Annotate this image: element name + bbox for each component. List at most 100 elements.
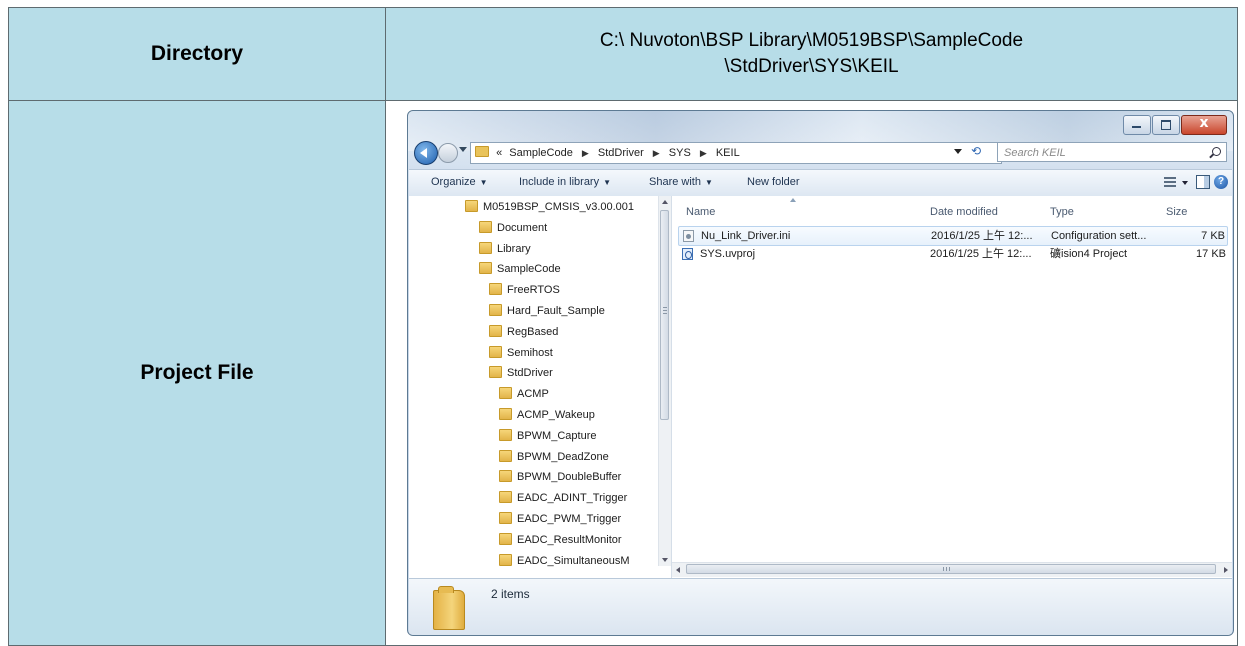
tree-item-label: SampleCode: [497, 263, 561, 276]
help-icon[interactable]: ?: [1214, 175, 1228, 189]
folder-icon: [499, 491, 512, 504]
grip-icon: [663, 307, 667, 315]
directory-path-line-1: C:\ Nuvoton\BSP Library\M0519BSP\SampleC…: [599, 30, 1024, 51]
tree-item[interactable]: ACMP_Wakeup: [499, 406, 595, 424]
breadcrumb-separator-icon[interactable]: ▶: [582, 148, 589, 158]
new-folder-button[interactable]: New folder: [747, 176, 800, 188]
tree-item[interactable]: BPWM_DeadZone: [499, 448, 609, 466]
tree-item[interactable]: Library: [479, 240, 531, 258]
scroll-right-icon[interactable]: [1224, 567, 1228, 573]
views-chevron-down-icon[interactable]: [1182, 181, 1188, 185]
tree-item[interactable]: Semihost: [489, 344, 553, 362]
file-list: Name Date modified Type Size Nu_Link_Dri…: [672, 196, 1232, 578]
explorer-screenshot-cell: « SampleCode ▶ StdDriver ▶ SYS ▶ KEIL ⟲ …: [385, 100, 1238, 646]
column-header-type[interactable]: Type: [1050, 206, 1074, 218]
file-size: 17 KB: [1196, 248, 1226, 260]
tree-item-label: Document: [497, 221, 548, 234]
scrollbar-thumb[interactable]: [686, 564, 1216, 574]
tree-item-label: EADC_PWM_Trigger: [517, 513, 622, 525]
tree-item[interactable]: FreeRTOS: [489, 281, 560, 299]
file-type: Configuration sett...: [1051, 230, 1147, 242]
tree-item[interactable]: M0519BSP_CMSIS_v3.00.001: [465, 198, 634, 216]
breadcrumb-stddriver[interactable]: StdDriver: [598, 147, 644, 159]
breadcrumb-sys[interactable]: SYS: [669, 147, 691, 159]
file-row[interactable]: Nu_Link_Driver.ini 2016/1/25 上午 12:... C…: [678, 226, 1228, 246]
command-bar: Organize ▼ Include in library ▼ Share with…: [409, 169, 1232, 197]
folder-icon: [499, 470, 512, 483]
breadcrumb-samplecode[interactable]: SampleCode: [509, 147, 573, 159]
file-date: 2016/1/25 上午 12:...: [931, 230, 1033, 242]
back-arrow-icon[interactable]: [414, 141, 438, 165]
column-header-size[interactable]: Size: [1166, 206, 1187, 218]
refresh-icon[interactable]: ⟲: [966, 143, 986, 160]
file-row[interactable]: SYS.uvproj 2016/1/25 上午 12:... 礦ision4 P…: [678, 245, 1228, 263]
column-header-date-modified[interactable]: Date modified: [930, 206, 998, 218]
address-bar[interactable]: « SampleCode ▶ StdDriver ▶ SYS ▶ KEIL: [470, 142, 1002, 164]
tree-item-label: Hard_Fault_Sample: [507, 305, 605, 317]
file-type: 礦ision4 Project: [1050, 248, 1128, 260]
tree-item[interactable]: BPWM_DoubleBuffer: [499, 468, 621, 486]
tree-item[interactable]: SampleCode: [479, 260, 561, 278]
folder-icon: [489, 366, 502, 379]
include-in-library-button[interactable]: Include in library ▼: [519, 176, 611, 188]
scroll-up-icon[interactable]: [662, 200, 668, 204]
folder-icon: [489, 345, 502, 358]
file-list-scrollbar[interactable]: [672, 562, 1232, 577]
file-name: Nu_Link_Driver.ini: [701, 230, 791, 242]
preview-pane-icon[interactable]: [1196, 175, 1210, 189]
navigation-scrollbar[interactable]: [658, 196, 671, 566]
tree-item-label: BPWM_DoubleBuffer: [517, 471, 622, 484]
tree-item[interactable]: EADC_ADINT_Trigger: [499, 489, 627, 507]
address-dropdown-icon[interactable]: [954, 149, 962, 154]
tree-item-label: BPWM_DeadZone: [517, 450, 609, 463]
tree-item[interactable]: EADC_SimultaneousM: [499, 552, 630, 570]
tree-item-label: EADC_SimultaneousM: [517, 554, 630, 567]
folder-icon: [433, 586, 465, 630]
navigation-pane: M0519BSP_CMSIS_v3.00.001 Document Library S…: [409, 196, 672, 578]
organize-button[interactable]: Organize ▼: [431, 176, 488, 188]
share-with-button[interactable]: Share with ▼: [649, 176, 713, 188]
column-header-name[interactable]: Name: [686, 206, 715, 218]
tree-item[interactable]: EADC_PWM_Trigger: [499, 510, 621, 528]
directory-path: C:\ Nuvoton\BSP Library\M0519BSP\SampleC…: [385, 7, 1238, 101]
breadcrumb-keil[interactable]: KEIL: [716, 147, 740, 159]
share-with-label: Share with: [649, 176, 701, 188]
ini-file-icon: [683, 230, 694, 242]
folder-icon: [499, 408, 512, 420]
tree-item[interactable]: RegBased: [489, 323, 558, 341]
directory-label: Directory: [8, 7, 386, 101]
scroll-left-icon[interactable]: [676, 567, 680, 573]
scrollbar-thumb[interactable]: [660, 210, 669, 420]
folder-icon: [499, 387, 512, 400]
views-icon[interactable]: [1164, 177, 1176, 187]
folder-icon: [499, 512, 512, 524]
tree-item[interactable]: Document: [479, 219, 547, 237]
chevron-down-icon: ▼: [704, 178, 713, 187]
tree-item-label: BPWM_Capture: [517, 429, 597, 442]
forward-arrow-icon[interactable]: [438, 143, 458, 163]
folder-icon: [499, 428, 512, 441]
tree-item[interactable]: StdDriver: [489, 364, 553, 382]
item-count: 2 items: [491, 587, 530, 601]
directory-path-line-2: \StdDriver\SYS\KEIL: [724, 56, 899, 77]
address-overflow[interactable]: «: [496, 147, 502, 159]
address-row: « SampleCode ▶ StdDriver ▶ SYS ▶ KEIL ⟲ …: [414, 141, 1227, 165]
maximize-button[interactable]: [1152, 115, 1180, 135]
folder-icon: [489, 283, 502, 296]
recent-pages-chevron-icon[interactable]: [459, 147, 467, 152]
project-file-label: Project File: [8, 100, 386, 646]
scroll-down-icon[interactable]: [662, 558, 668, 562]
details-pane: 2 items: [409, 578, 1232, 635]
search-icon[interactable]: [1212, 147, 1221, 156]
tree-item[interactable]: Hard_Fault_Sample: [489, 302, 605, 320]
search-input[interactable]: Search KEIL: [997, 142, 1227, 162]
breadcrumb-separator-icon[interactable]: ▶: [653, 148, 660, 158]
close-button[interactable]: [1181, 115, 1227, 135]
folder-icon: [499, 553, 512, 566]
minimize-button[interactable]: [1123, 115, 1151, 135]
breadcrumb-separator-icon[interactable]: ▶: [700, 148, 707, 158]
tree-item[interactable]: BPWM_Capture: [499, 427, 596, 445]
organize-label: Organize: [431, 176, 476, 188]
tree-item[interactable]: EADC_ResultMonitor: [499, 531, 622, 549]
tree-item[interactable]: ACMP: [499, 385, 549, 403]
